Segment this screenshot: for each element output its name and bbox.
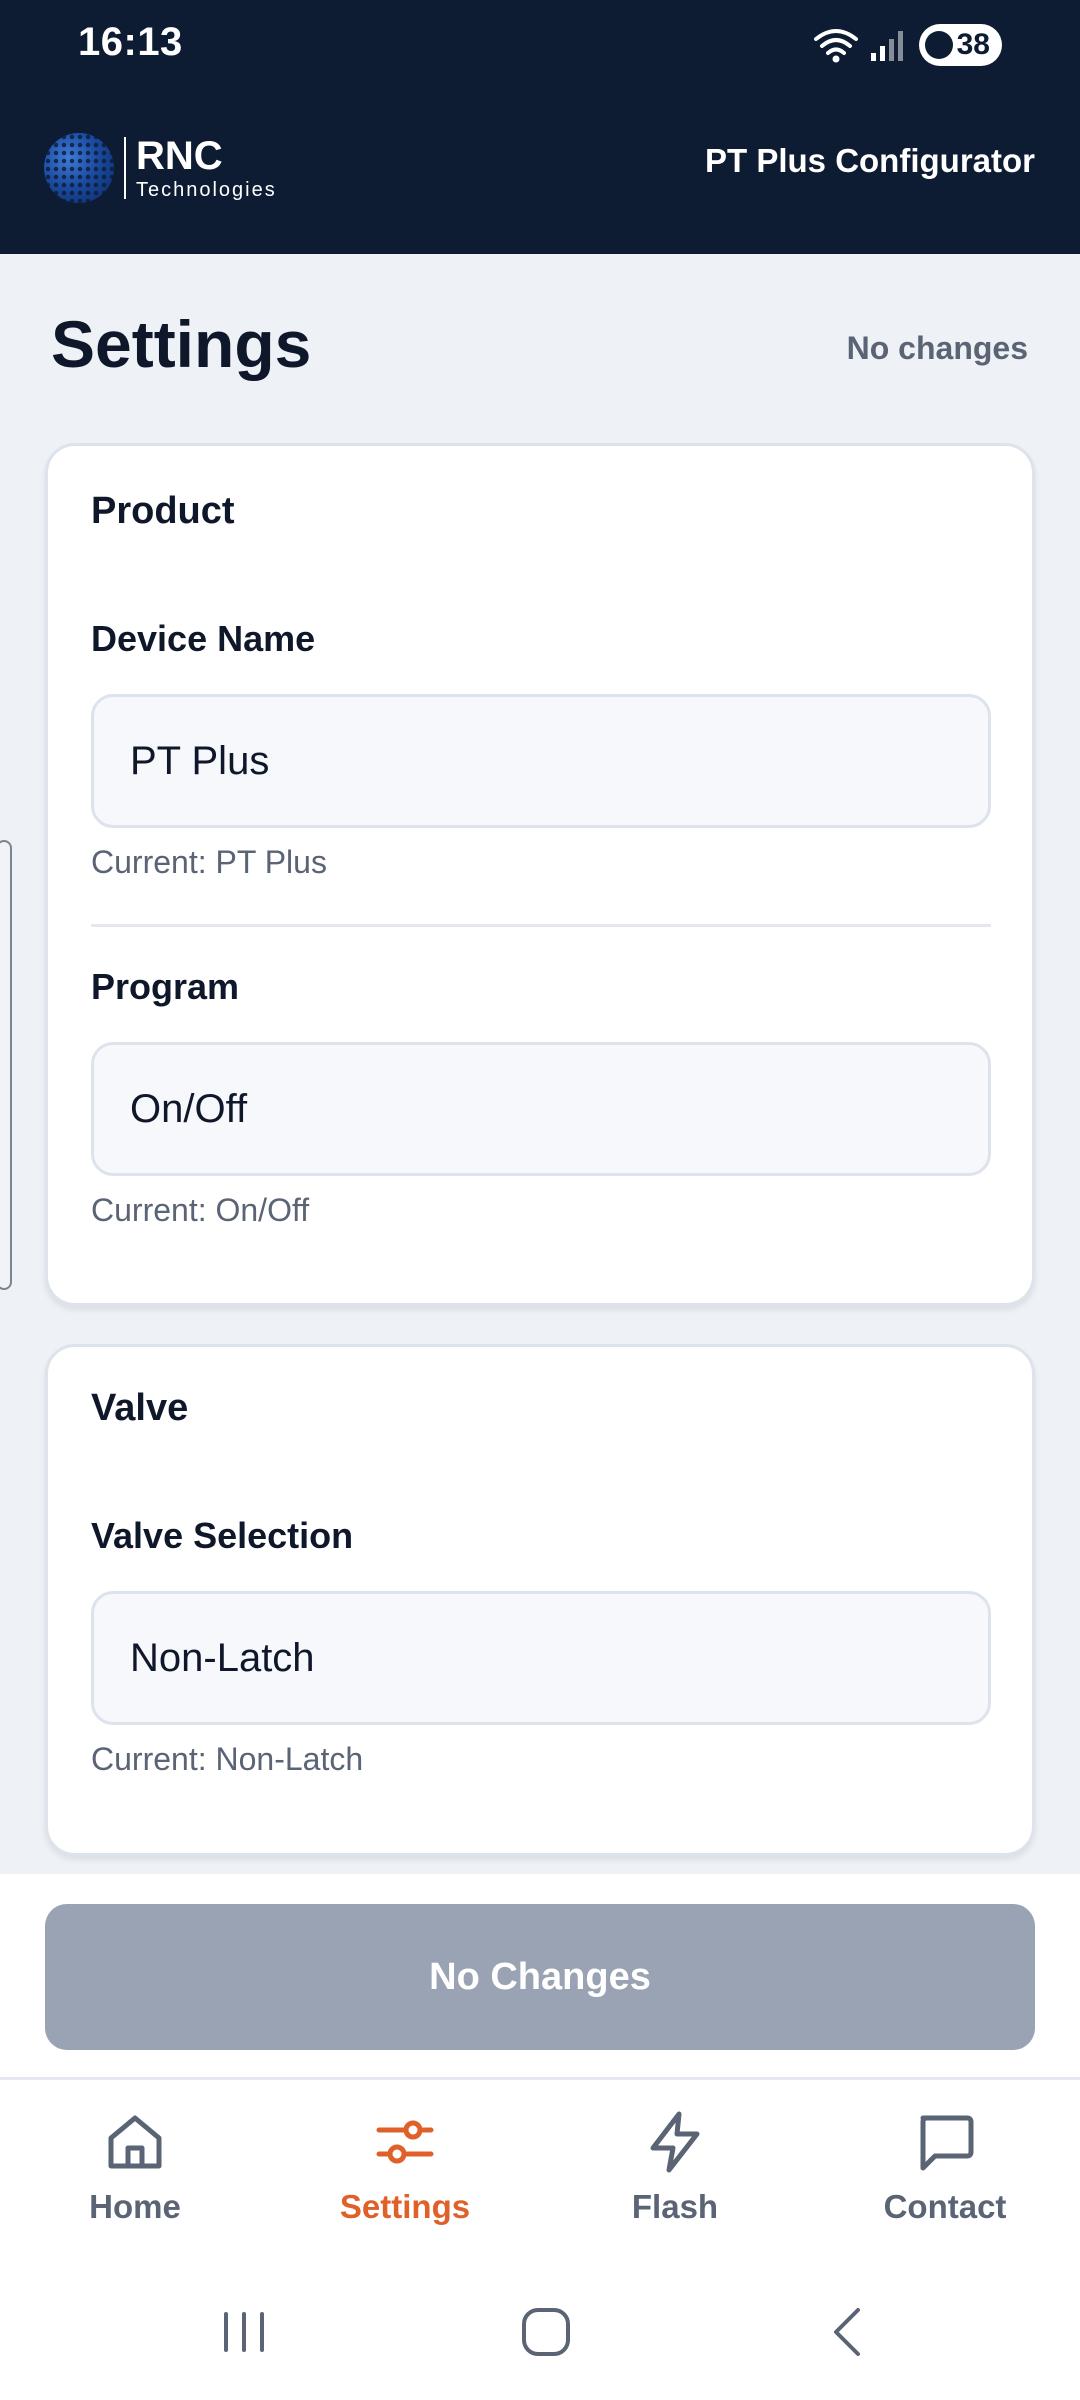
nav-item-home[interactable]: Home [0, 2080, 270, 2270]
nav-label: Home [89, 2188, 181, 2225]
status-icons: 38 [813, 22, 1002, 68]
card-heading: Product [91, 490, 235, 532]
back-icon[interactable] [818, 2300, 882, 2364]
divider [91, 924, 991, 927]
nav-label: Contact [883, 2188, 1007, 2225]
save-changes-button[interactable]: No Changes [45, 1904, 1035, 2050]
valve-selection-select[interactable]: Non-Latch [91, 1591, 991, 1725]
nav-item-flash[interactable]: Flash [540, 2080, 810, 2270]
home-button-icon[interactable] [514, 2300, 578, 2364]
program-current: Current: On/Off [91, 1192, 310, 1228]
program-select[interactable]: On/Off [91, 1042, 991, 1176]
app-title: PT Plus Configurator [705, 142, 1035, 179]
device-name-label: Device Name [91, 618, 316, 659]
nav-label: Flash [631, 2188, 719, 2225]
product-card: Product Device Name PT Plus Current: PT … [45, 443, 1035, 1306]
battery-indicator: 38 [918, 24, 1002, 66]
device-name-current: Current: PT Plus [91, 844, 327, 880]
change-status: No changes [846, 330, 1028, 366]
top-bar: 16:13 38 RNC Technologies PT Plus Config… [0, 0, 1080, 254]
company-logo: RNC Technologies [44, 128, 277, 208]
valve-card: Valve Valve Selection Non-Latch Current:… [45, 1344, 1035, 1856]
nav-item-settings[interactable]: Settings [270, 2080, 540, 2270]
nav-item-contact[interactable]: Contact [810, 2080, 1080, 2270]
program-label: Program [91, 966, 240, 1007]
valve-selection-label: Valve Selection [91, 1515, 354, 1556]
sliders-icon [376, 2120, 434, 2164]
chat-bubble-icon [920, 2115, 974, 2171]
status-bar: 16:13 38 [0, 0, 1080, 92]
power-saving-icon [924, 31, 953, 59]
system-nav-bar [0, 2270, 1080, 2400]
status-time: 16:13 [78, 20, 183, 64]
logo-name: RNC [136, 134, 223, 178]
home-icon [108, 2115, 162, 2169]
card-heading: Valve [91, 1387, 189, 1429]
app-header: RNC Technologies PT Plus Configurator [0, 92, 1080, 254]
signal-icon [870, 31, 903, 61]
valve-selection-value: Non-Latch [130, 1635, 315, 1680]
globe-logo-icon [44, 133, 114, 203]
action-area: No Changes [0, 1874, 1080, 2080]
bottom-nav: Home Settings Flash Contact [0, 2080, 1080, 2270]
recent-apps-icon[interactable] [212, 2300, 276, 2364]
wifi-icon [813, 29, 858, 63]
lightning-icon [650, 2111, 700, 2173]
program-value: On/Off [130, 1086, 248, 1131]
device-name-input[interactable]: PT Plus [91, 694, 991, 828]
logo-subtitle: Technologies [136, 179, 277, 201]
page-title: Settings [51, 307, 312, 381]
side-drawer-handle[interactable] [0, 840, 12, 1290]
nav-label: Settings [339, 2188, 471, 2225]
device-name-value: PT Plus [130, 738, 270, 783]
valve-selection-current: Current: Non-Latch [91, 1741, 364, 1777]
battery-level: 38 [956, 28, 990, 61]
